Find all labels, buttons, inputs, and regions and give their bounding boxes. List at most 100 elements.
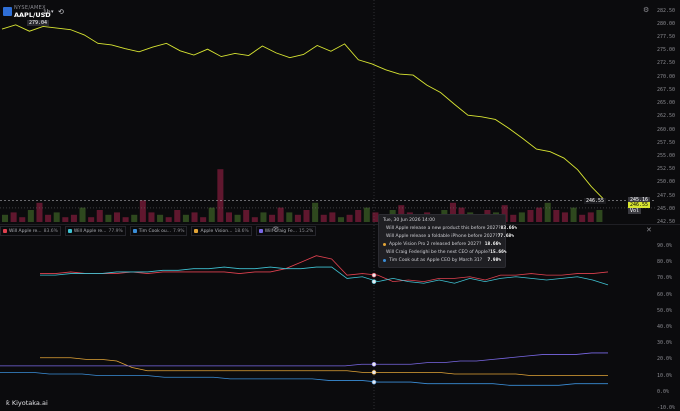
volume-bar (19, 217, 25, 222)
probability-tick-label: 90.0% (657, 243, 680, 249)
volume-bar (105, 215, 111, 222)
volume-bar (217, 169, 223, 222)
price-tick-label: 265.00 (657, 100, 680, 106)
volume-bar (235, 215, 241, 222)
price-tick-label: 250.00 (657, 179, 680, 185)
volume-bar (123, 217, 129, 222)
legend-item[interactable]: Will Craig Fe...15.2% (256, 226, 317, 236)
tooltip-label: Will Apple release a foldable iPhone bef… (386, 234, 498, 239)
tooltip-row: Apple Vision Pro 2 released before 2027?… (383, 242, 501, 247)
volume-bar (54, 212, 60, 222)
volume-bar (97, 210, 103, 222)
volume-bar (28, 210, 34, 222)
legend-item[interactable]: Will Apple re...77.9% (65, 226, 126, 236)
reset-icon[interactable]: ⟲ (58, 8, 64, 16)
volume-bar (553, 210, 559, 222)
tooltip-value: 7.98% (487, 258, 501, 263)
exchange-logo-icon (3, 7, 12, 16)
price-line (2, 25, 605, 201)
volume-bar (2, 215, 8, 222)
tooltip-date: Tue, 30 Jun 2026 14:00 (383, 218, 435, 223)
volume-bar (338, 217, 344, 222)
last-price-label: 246.55 (584, 198, 606, 204)
volume-bar (329, 212, 335, 222)
legend-item[interactable]: Apple Vision...18.6% (191, 226, 251, 236)
tooltip-row: Will Apple release a new product this be… (383, 226, 501, 231)
volume-bar (174, 210, 180, 222)
probability-tick-label: 80.0% (657, 259, 680, 265)
volume-bar (278, 208, 284, 222)
volume-bar (157, 215, 163, 222)
price-tick-label: 257.50 (657, 140, 680, 146)
price-tick-label: 260.00 (657, 127, 680, 133)
eye-icon[interactable]: 👁 (272, 226, 280, 233)
pane-divider[interactable] (0, 224, 680, 225)
legend-value: 77.9% (108, 229, 122, 234)
price-tick-label: 252.50 (657, 166, 680, 172)
price-tag: 279.04 (27, 20, 49, 26)
price-tick-label: 255.00 (657, 153, 680, 159)
brand-watermark: ƙ Kiyotaka.ai (6, 399, 48, 407)
price-tick-label: 245.00 (657, 206, 680, 212)
volume-bar (71, 215, 77, 222)
chevron-down-icon[interactable]: ▾ (51, 9, 54, 15)
series-dot-icon (383, 259, 386, 262)
series-color-swatch (194, 229, 198, 233)
probability-tick-label: 0.0% (657, 389, 680, 395)
probability-tick-label: 10.0% (657, 373, 680, 379)
price-tick-label: 272.50 (657, 60, 680, 66)
legend-item[interactable]: Will Apple re...83.6% (0, 226, 61, 236)
crosshair-marker (372, 380, 376, 384)
crosshair-marker (372, 280, 376, 284)
tooltip-label: Will Apple release a new product this be… (386, 226, 501, 231)
kiyotaka-logo-icon: ƙ (6, 399, 10, 407)
gear-icon[interactable]: ⚙ (643, 6, 649, 14)
chart-canvas[interactable] (0, 0, 680, 410)
tooltip-label: Apple Vision Pro 2 released before 2027? (389, 242, 485, 247)
tooltip-row: Will Apple release a foldable iPhone bef… (383, 234, 501, 239)
tooltip-label: Will Craig Federighi be the next CEO of … (386, 250, 490, 255)
legend-value: 18.6% (234, 229, 248, 234)
tooltip-label: Tim Cook out as Apple CEO by March 31? (389, 258, 487, 263)
volume-bar (45, 215, 51, 222)
volume-bar (192, 212, 198, 222)
volume-badge: Vol (628, 208, 641, 214)
price-tick-label: 262.50 (657, 113, 680, 119)
volume-bar (571, 208, 577, 222)
legend-value: 15.2% (299, 229, 313, 234)
volume-bar (131, 215, 137, 222)
series-color-swatch (259, 229, 263, 233)
volume-bar (11, 212, 17, 222)
volume-bar (148, 212, 154, 222)
series-color-swatch (68, 229, 72, 233)
close-icon[interactable]: ✕ (646, 226, 652, 234)
volume-bar (596, 210, 602, 222)
interval-selector[interactable]: 1h (43, 9, 51, 16)
volume-bar (260, 212, 266, 222)
probability-line-3 (40, 358, 608, 376)
volume-bar (527, 210, 533, 222)
price-tick-label: 267.50 (657, 87, 680, 93)
volume-bar (519, 212, 525, 222)
volume-bar (536, 208, 542, 222)
price-tick-label: 270.00 (657, 74, 680, 80)
volume-bar (364, 208, 370, 222)
legend-label: Will Apple re... (74, 229, 107, 234)
crosshair-marker (372, 362, 376, 366)
volume-bar (209, 208, 215, 222)
price-tick-label: 247.50 (657, 193, 680, 199)
volume-bar (243, 210, 249, 222)
legend-label: Will Craig Fe... (265, 229, 297, 234)
volume-bar (347, 215, 353, 222)
price-tick-label: 282.50 (657, 8, 680, 14)
series-color-swatch (3, 229, 7, 233)
volume-bar (321, 215, 327, 222)
volume-bar (545, 203, 551, 222)
crosshair-marker (372, 273, 376, 277)
tooltip-value: 15.66% (490, 250, 506, 255)
legend-item[interactable]: Tim Cook ou...7.9% (130, 226, 188, 236)
price-tick-label: 280.00 (657, 21, 680, 27)
volume-bar (62, 217, 68, 222)
volume-bar (510, 215, 516, 222)
legend-label: Will Apple re... (9, 229, 42, 234)
